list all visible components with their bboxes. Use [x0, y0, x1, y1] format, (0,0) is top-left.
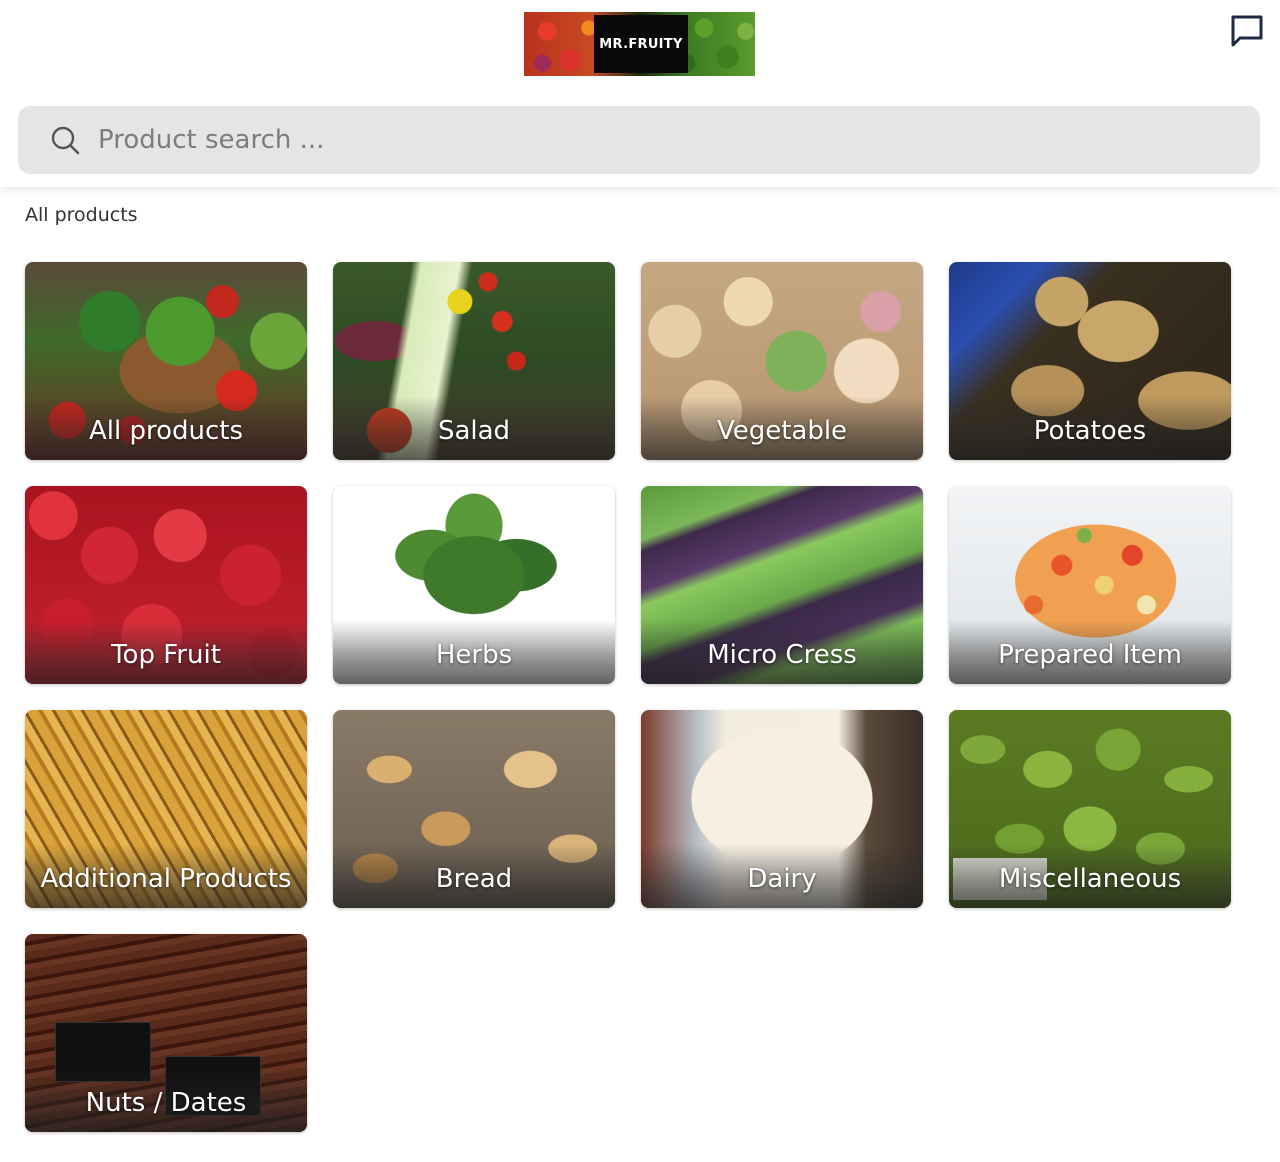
category-card-additional-products[interactable]: Additional Products [25, 710, 307, 908]
section-title: All products [25, 204, 138, 226]
category-card-top-fruit[interactable]: Top Fruit [25, 486, 307, 684]
category-card-salad[interactable]: Salad [333, 262, 615, 460]
chat-bubble-icon [1231, 15, 1263, 47]
category-label: Bread [435, 864, 513, 894]
category-card-all-products[interactable]: All products [25, 262, 307, 460]
category-label: All products [88, 416, 244, 446]
chat-button[interactable] [1226, 10, 1268, 52]
category-card-potatoes[interactable]: Potatoes [949, 262, 1231, 460]
search-icon [51, 126, 80, 155]
category-label: Potatoes [1033, 416, 1147, 446]
category-label: Vegetable [716, 416, 848, 446]
app-header: MR.FRUITY [0, 0, 1280, 187]
category-label: Top Fruit [111, 640, 221, 670]
brand-logo[interactable]: MR.FRUITY [524, 12, 755, 76]
category-label: Additional Products [40, 864, 292, 894]
category-card-micro-cress[interactable]: Micro Cress [641, 486, 923, 684]
search-bar [18, 106, 1260, 174]
category-label: Herbs [435, 640, 513, 670]
category-label: Dairy [747, 864, 817, 894]
category-grid: All products Salad Vegetable Potatoes To… [25, 262, 1231, 1132]
logo-text: MR.FRUITY [594, 15, 688, 73]
category-label: Nuts / Dates [85, 1088, 247, 1118]
category-card-dairy[interactable]: Dairy [641, 710, 923, 908]
category-label: Miscellaneous [998, 864, 1182, 894]
category-card-herbs[interactable]: Herbs [333, 486, 615, 684]
category-card-bread[interactable]: Bread [333, 710, 615, 908]
search-input[interactable] [98, 106, 1238, 174]
category-card-miscellaneous[interactable]: Miscellaneous [949, 710, 1231, 908]
category-card-prepared-item[interactable]: Prepared Item [949, 486, 1231, 684]
category-card-nuts-dates[interactable]: Nuts / Dates [25, 934, 307, 1132]
category-label: Prepared Item [998, 640, 1182, 670]
category-card-vegetable[interactable]: Vegetable [641, 262, 923, 460]
category-label: Salad [437, 416, 511, 446]
category-label: Micro Cress [707, 640, 857, 670]
